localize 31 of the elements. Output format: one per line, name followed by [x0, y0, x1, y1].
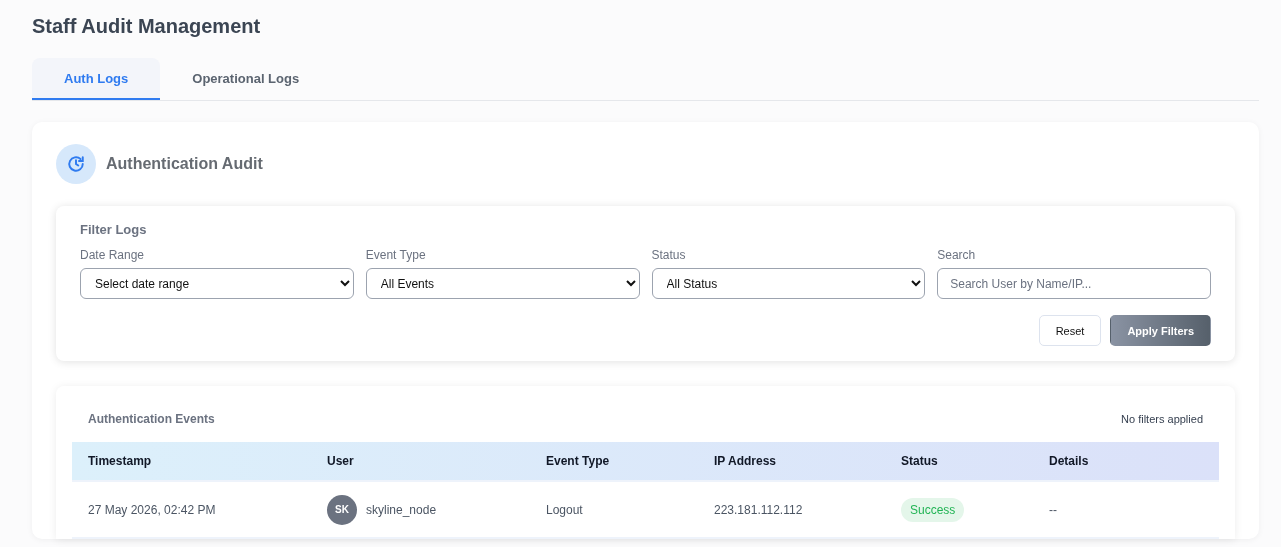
column-header: IP Address	[714, 454, 778, 468]
tab[interactable]: Operational Logs	[160, 58, 332, 100]
table-cell-text: --	[1049, 502, 1058, 517]
status-badge: Success	[901, 497, 965, 522]
field-label: Date Range	[80, 248, 146, 262]
tab[interactable]: Auth Logs	[32, 58, 161, 100]
column-header: Details	[1049, 454, 1090, 468]
table-cell-text: Logout	[546, 502, 584, 517]
reset-button[interactable]: Reset	[1038, 315, 1102, 346]
column-header: Timestamp	[88, 454, 153, 468]
table-cell-text: 223.181.112.112	[714, 502, 804, 517]
field-label: Status	[651, 248, 687, 262]
filter-title: Filter Logs	[80, 222, 148, 237]
search-field[interactable]: Search User by Name/IP...	[937, 268, 1211, 299]
table-cell-text: 27 May 2026, 02:42 PM	[88, 502, 217, 517]
table-title: Authentication Events	[88, 412, 215, 426]
filter-note: No filters applied	[1121, 413, 1203, 425]
apply-button[interactable]: Apply Filters	[1110, 315, 1211, 346]
dropdown-field[interactable]: All Events	[365, 268, 640, 299]
dropdown-field[interactable]: Select date range	[80, 268, 354, 299]
column-header: Event Type	[546, 454, 611, 468]
dropdown-field[interactable]: All Status	[651, 268, 926, 299]
table-cell: skyline_node	[366, 502, 437, 517]
column-header: User	[327, 454, 355, 468]
user-avatar: SK	[327, 494, 357, 525]
history-icon	[56, 144, 96, 184]
section-title: Authentication Audit	[106, 155, 263, 173]
column-header: Status	[901, 454, 939, 468]
field-label: Event Type	[365, 248, 427, 262]
field-label: Search	[937, 248, 977, 262]
page-title: Staff Audit Management	[32, 14, 262, 39]
